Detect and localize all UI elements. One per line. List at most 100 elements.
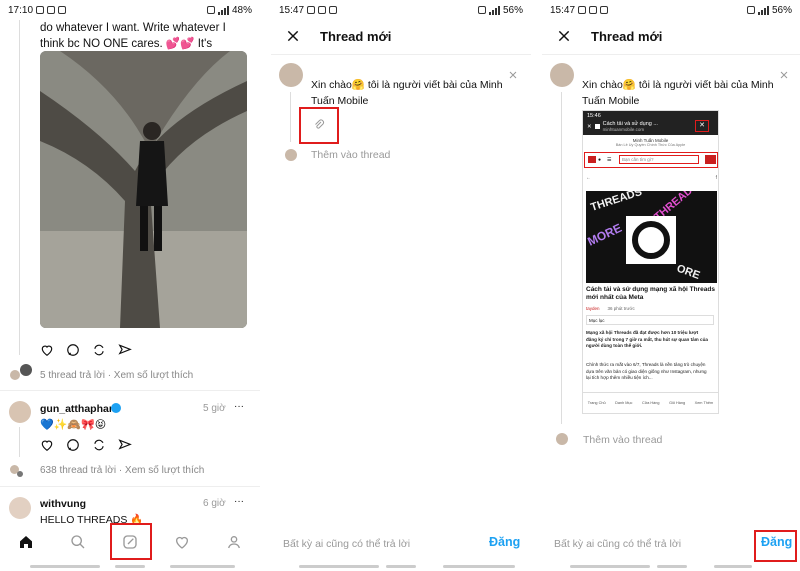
article-posted: 36 phút trước: [607, 306, 635, 311]
article-headline: Cách tải và sử dụng mạng xã hội Threads …: [586, 286, 715, 301]
new-thread-screen: 15:47 56% Thread mới Xin chào🤗 tôi là ng…: [271, 0, 531, 571]
status-bar: 15:47 56%: [271, 0, 531, 20]
thread-line: [561, 92, 562, 424]
post-button-highlight: [754, 530, 797, 562]
divider: [542, 54, 800, 55]
home-icon[interactable]: [18, 534, 34, 555]
heart-icon[interactable]: [40, 343, 54, 357]
panel-gap: [531, 0, 542, 571]
heart-icon[interactable]: [174, 534, 190, 555]
username[interactable]: gun_atthaphan: [40, 403, 115, 415]
attach-button-highlight: [299, 107, 339, 144]
signal-icon: [217, 5, 229, 15]
system-nav-bar: [299, 565, 379, 568]
page-title: Thread mới: [591, 28, 663, 44]
notification-icon: [318, 6, 327, 14]
replier-avatar: [17, 471, 23, 477]
repost-icon[interactable]: [92, 343, 106, 357]
tab-label: Danh Mục: [615, 401, 633, 405]
site-tagline: Bán Lẻ Uy Quyền Chính Thức Của Apple: [615, 143, 686, 147]
post-time: 5 giờ: [203, 403, 226, 414]
social-icons: f: [715, 175, 717, 181]
notification-icon: [329, 6, 338, 14]
user-avatar: [550, 63, 574, 87]
close-icon: ✕: [695, 120, 709, 132]
user-avatar[interactable]: [9, 497, 31, 519]
reply-permission[interactable]: Bất kỳ ai cũng có thể trả lời: [554, 538, 681, 550]
attached-status-time: 15:46: [587, 113, 601, 119]
post-text-input[interactable]: Xin chào🤗 tôi là người viết bài của Minh…: [311, 77, 516, 109]
post-text-input[interactable]: Xin chào🤗 tôi là người viết bài của Minh…: [582, 77, 792, 109]
post-reply-count[interactable]: 5 thread trả lời · Xem số lượt thích: [40, 370, 193, 381]
system-nav-bar: [386, 565, 416, 568]
share-icon[interactable]: [118, 343, 132, 357]
system-nav-bar: [714, 565, 752, 568]
heart-icon[interactable]: [40, 438, 54, 452]
alarm-icon: [477, 6, 486, 14]
reply-permission[interactable]: Bất kỳ ai cũng có thể trả lời: [283, 538, 410, 550]
post-time: 6 giờ: [203, 498, 226, 509]
thread-line: [290, 92, 291, 142]
notification-icon: [307, 6, 316, 14]
page-title: Thread mới: [320, 28, 392, 44]
table-of-contents: Mục lục: [586, 315, 714, 325]
tab-label: Cửa Hàng: [641, 401, 660, 405]
search-icon[interactable]: [70, 534, 86, 555]
small-avatar: [556, 433, 568, 445]
site-search-box: Bạn cần tìm gì?: [619, 155, 699, 164]
reply-text: 💙✨🙈🎀😝: [40, 419, 107, 431]
compose-header: Thread mới: [542, 22, 800, 50]
user-avatar[interactable]: [9, 401, 31, 423]
status-bar: 17:10 48%: [0, 0, 260, 20]
add-to-thread[interactable]: Thêm vào thread: [583, 434, 662, 446]
repost-icon[interactable]: [92, 438, 106, 452]
notification-icon: [600, 6, 609, 14]
site-header-highlight: ● ☰ Bạn cần tìm gì?: [584, 152, 718, 168]
share-icon[interactable]: [118, 438, 132, 452]
tab-label: Xem Thêm: [694, 401, 714, 405]
divider: [271, 54, 531, 55]
thread-line: [19, 427, 20, 457]
phone-icon: [705, 155, 716, 164]
username[interactable]: withvung: [40, 498, 86, 510]
close-icon[interactable]: [286, 29, 300, 43]
notification-icon: [578, 6, 587, 14]
more-options-icon[interactable]: ···: [234, 401, 244, 412]
system-nav-bar: [443, 565, 515, 568]
reply-count[interactable]: 638 thread trả lời · Xem số lượt thích: [40, 465, 204, 476]
attached-image[interactable]: 15:46 ✕ Cách tải và sử dụng ... minhtuan…: [582, 110, 719, 414]
compose-button-highlight: [110, 523, 152, 560]
close-icon[interactable]: [780, 66, 788, 79]
notification-icon: [36, 6, 45, 14]
status-bar: 15:47 56%: [542, 0, 800, 20]
attached-page-url: minhtuanmobile.com: [602, 127, 645, 132]
system-nav-bar: [30, 565, 100, 568]
thread-line: [19, 20, 20, 355]
new-thread-with-image-screen: 15:47 56% Thread mới Xin chào🤗 tôi là ng…: [542, 0, 800, 571]
divider: [0, 486, 260, 487]
article-author: tayden: [586, 306, 600, 311]
notification-icon: [589, 6, 598, 14]
post-actions: [40, 438, 132, 452]
close-icon[interactable]: [557, 29, 571, 43]
tab-label: Trang Chủ: [587, 401, 606, 405]
threads-feed-screen: 17:10 48% do whatever I want. Write what…: [0, 0, 260, 571]
alarm-icon: [206, 6, 215, 14]
add-to-thread[interactable]: Thêm vào thread: [311, 149, 390, 161]
divider: [0, 390, 260, 391]
close-icon: ✕: [587, 123, 592, 130]
battery-level: 48%: [231, 4, 252, 16]
panel-gap: [260, 0, 271, 571]
comment-icon[interactable]: [66, 343, 80, 357]
article-meta: tayden 36 phút trước: [586, 306, 635, 311]
more-options-icon[interactable]: ···: [234, 496, 244, 507]
system-nav-bar: [570, 565, 650, 568]
close-icon[interactable]: [509, 66, 517, 79]
profile-icon[interactable]: [226, 534, 242, 555]
notification-icon: [58, 6, 67, 14]
article-hero-image: THREADS THREADS MORE ORE: [585, 180, 717, 283]
post-button[interactable]: Đăng: [489, 535, 520, 549]
comment-icon[interactable]: [66, 438, 80, 452]
post-photo[interactable]: [40, 51, 247, 328]
verified-badge-icon: [111, 403, 121, 413]
